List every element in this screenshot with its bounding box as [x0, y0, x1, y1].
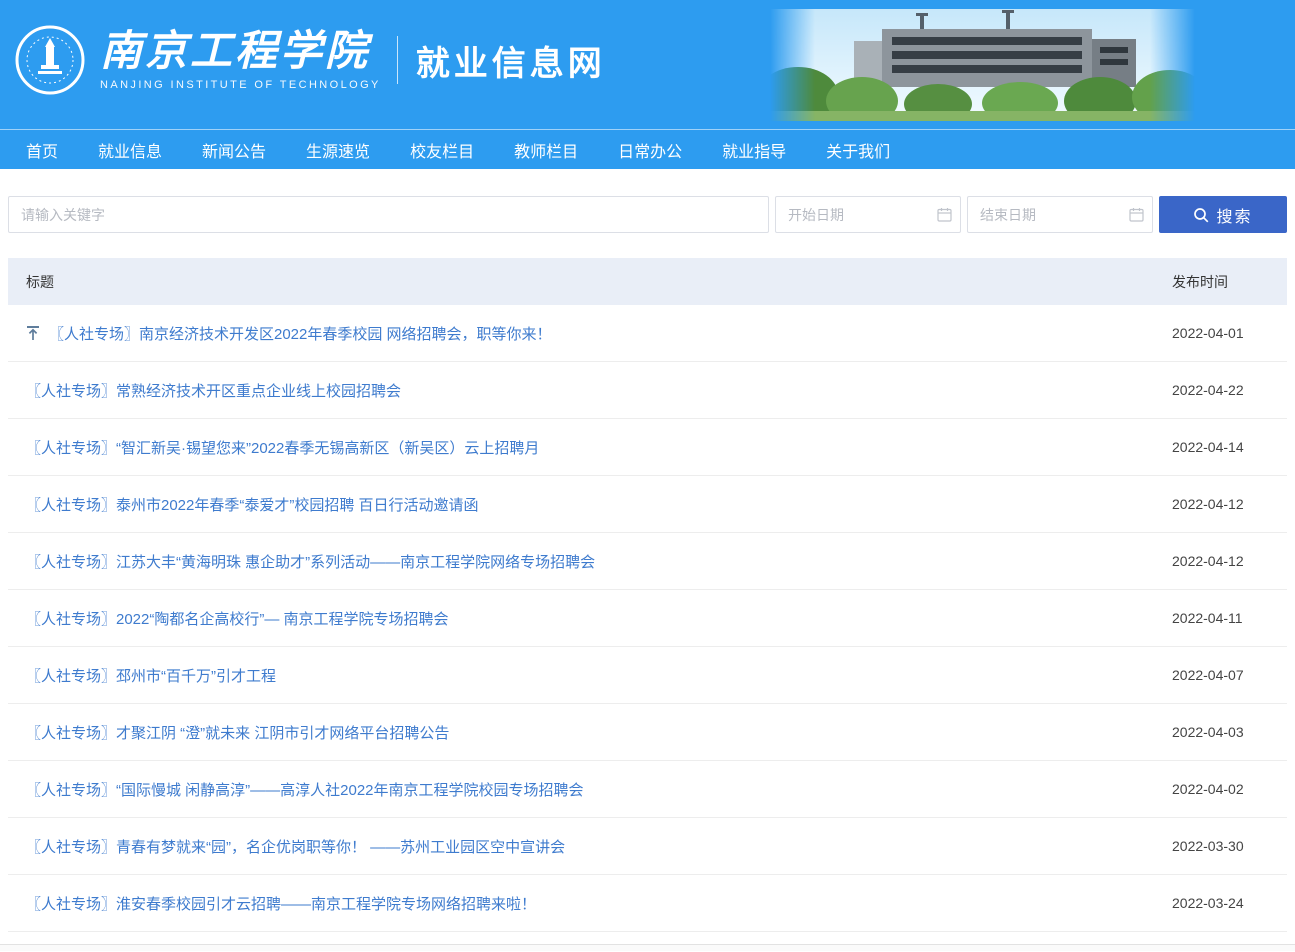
news-title-text: 〖人社专场〗江苏大丰“黄海明珠 惠企助才”系列活动——南京工程学院网络专场招聘会 [26, 551, 595, 572]
column-title: 标题 [8, 272, 1172, 292]
news-row[interactable]: 〖人社专场〗南京经济技术开发区2022年春季校园 网络招聘会，职等你来！ 202… [8, 305, 1287, 362]
brand-divider [397, 36, 398, 84]
news-row[interactable]: 〖人社专场〗江苏大丰“黄海明珠 惠企助才”系列活动——南京工程学院网络专场招聘会… [8, 533, 1287, 590]
school-name: 南京工程学院 [100, 26, 370, 75]
search-button[interactable]: 搜索 [1159, 196, 1287, 233]
nav-item[interactable]: 就业信息 [98, 138, 162, 162]
main-nav: 首页 就业信息 新闻公告 生源速览 校友栏目 教师栏目 日常办公 就业指导 关于… [0, 129, 1295, 169]
news-title-link[interactable]: 〖人社专场〗邳州市“百千万”引才工程 [8, 665, 1172, 686]
nav-item[interactable]: 就业指导 [722, 138, 786, 162]
news-publish-date: 2022-04-02 [1172, 781, 1287, 797]
news-title-link[interactable]: 〖人社专场〗常熟经济技术开区重点企业线上校园招聘会 [8, 380, 1172, 401]
site-header: 南京工程学院 NANJING INSTITUTE OF TECHNOLOGY 就… [0, 0, 1295, 129]
news-title-link[interactable]: 〖人社专场〗“国际慢城 闲静高淳”——高淳人社2022年南京工程学院校园专场招聘… [8, 779, 1172, 800]
news-title-text: 〖人社专场〗2022“陶都名企高校行”— 南京工程学院专场招聘会 [26, 608, 449, 629]
start-date-field [775, 196, 961, 233]
school-name-en: NANJING INSTITUTE OF TECHNOLOGY [100, 79, 381, 91]
news-row[interactable]: 〖人社专场〗青春有梦就来“园”，名企优岗职等你！ ——苏州工业园区空中宣讲会 2… [8, 818, 1287, 875]
calendar-icon[interactable] [1129, 207, 1144, 222]
search-button-label: 搜索 [1216, 203, 1252, 227]
end-date-field [967, 196, 1153, 233]
pin-top-icon [26, 325, 40, 341]
school-names: 南京工程学院 NANJING INSTITUTE OF TECHNOLOGY [100, 29, 381, 90]
nav-item[interactable]: 教师栏目 [514, 138, 578, 162]
news-publish-date: 2022-04-07 [1172, 667, 1287, 683]
news-row[interactable]: 〖人社专场〗“智汇新吴·锡望您来”2022春季无锡高新区（新吴区）云上招聘月 2… [8, 419, 1287, 476]
news-title-text: 〖人社专场〗常熟经济技术开区重点企业线上校园招聘会 [26, 380, 401, 401]
news-row[interactable]: 〖人社专场〗才聚江阴 “澄”就未来 江阴市引才网络平台招聘公告 2022-04-… [8, 704, 1287, 761]
news-table-header: 标题 发布时间 [8, 258, 1287, 305]
news-title-link[interactable]: 〖人社专场〗“智汇新吴·锡望您来”2022春季无锡高新区（新吴区）云上招聘月 [8, 437, 1172, 458]
news-title-text: 〖人社专场〗“国际慢城 闲静高淳”——高淳人社2022年南京工程学院校园专场招聘… [26, 779, 584, 800]
nav-item[interactable]: 新闻公告 [202, 138, 266, 162]
news-table: 标题 发布时间 〖人社专场〗南京经济技术开发区2022年春季校园 网络招聘会，职… [8, 258, 1287, 932]
column-publish-date: 发布时间 [1172, 272, 1287, 292]
nav-item[interactable]: 首页 [26, 138, 58, 162]
nav-item[interactable]: 日常办公 [618, 138, 682, 162]
news-title-link[interactable]: 〖人社专场〗南京经济技术开发区2022年春季校园 网络招聘会，职等你来！ [8, 323, 1172, 344]
news-title-link[interactable]: 〖人社专场〗江苏大丰“黄海明珠 惠企助才”系列活动——南京工程学院网络专场招聘会 [8, 551, 1172, 572]
news-title-link[interactable]: 〖人社专场〗才聚江阴 “澄”就未来 江阴市引才网络平台招聘公告 [8, 722, 1172, 743]
news-title-link[interactable]: 〖人社专场〗泰州市2022年春季“泰爱才”校园招聘 百日行活动邀请函 [8, 494, 1172, 515]
news-row[interactable]: 〖人社专场〗泰州市2022年春季“泰爱才”校园招聘 百日行活动邀请函 2022-… [8, 476, 1287, 533]
news-row[interactable]: 〖人社专场〗“国际慢城 闲静高淳”——高淳人社2022年南京工程学院校园专场招聘… [8, 761, 1287, 818]
news-title-link[interactable]: 〖人社专场〗淮安春季校园引才云招聘——南京工程学院专场网络招聘来啦！ [8, 893, 1172, 914]
news-title-text: 〖人社专场〗泰州市2022年春季“泰爱才”校园招聘 百日行活动邀请函 [26, 494, 479, 515]
nav-item[interactable]: 生源速览 [306, 138, 370, 162]
nav-item[interactable]: 关于我们 [826, 138, 890, 162]
news-title-text: 〖人社专场〗南京经济技术开发区2022年春季校园 网络招聘会，职等你来！ [49, 323, 552, 344]
news-publish-date: 2022-04-14 [1172, 439, 1287, 455]
end-date-input[interactable] [967, 196, 1153, 233]
news-list: 〖人社专场〗南京经济技术开发区2022年春季校园 网络招聘会，职等你来！ 202… [8, 305, 1287, 932]
site-title: 就业信息网 [416, 36, 606, 85]
news-publish-date: 2022-04-11 [1172, 610, 1287, 626]
news-publish-date: 2022-04-12 [1172, 496, 1287, 512]
news-title-text: 〖人社专场〗“智汇新吴·锡望您来”2022春季无锡高新区（新吴区）云上招聘月 [26, 437, 539, 458]
news-title-text: 〖人社专场〗才聚江阴 “澄”就未来 江阴市引才网络平台招聘公告 [26, 722, 449, 743]
news-title-text: 〖人社专场〗邳州市“百千万”引才工程 [26, 665, 276, 686]
news-title-link[interactable]: 〖人社专场〗青春有梦就来“园”，名企优岗职等你！ ——苏州工业园区空中宣讲会 [8, 836, 1172, 857]
search-bar: 搜索 [0, 169, 1295, 233]
nav-item[interactable]: 校友栏目 [410, 138, 474, 162]
campus-photo [770, 9, 1195, 121]
news-row[interactable]: 〖人社专场〗常熟经济技术开区重点企业线上校园招聘会 2022-04-22 [8, 362, 1287, 419]
news-title-text: 〖人社专场〗淮安春季校园引才云招聘——南京工程学院专场网络招聘来啦！ [26, 893, 536, 914]
page-bottom-divider [0, 944, 1295, 951]
school-seal-icon [14, 24, 86, 96]
news-publish-date: 2022-03-24 [1172, 895, 1287, 911]
news-row[interactable]: 〖人社专场〗淮安春季校园引才云招聘——南京工程学院专场网络招聘来啦！ 2022-… [8, 875, 1287, 932]
magnifier-icon [1193, 207, 1209, 223]
news-publish-date: 2022-03-30 [1172, 838, 1287, 854]
calendar-icon[interactable] [937, 207, 952, 222]
brand: 南京工程学院 NANJING INSTITUTE OF TECHNOLOGY 就… [14, 24, 606, 96]
news-publish-date: 2022-04-12 [1172, 553, 1287, 569]
news-row[interactable]: 〖人社专场〗邳州市“百千万”引才工程 2022-04-07 [8, 647, 1287, 704]
news-publish-date: 2022-04-01 [1172, 325, 1287, 341]
keyword-input[interactable] [8, 196, 769, 233]
news-row[interactable]: 〖人社专场〗2022“陶都名企高校行”— 南京工程学院专场招聘会 2022-04… [8, 590, 1287, 647]
news-title-text: 〖人社专场〗青春有梦就来“园”，名企优岗职等你！ ——苏州工业园区空中宣讲会 [26, 836, 565, 857]
news-publish-date: 2022-04-22 [1172, 382, 1287, 398]
start-date-input[interactable] [775, 196, 961, 233]
news-publish-date: 2022-04-03 [1172, 724, 1287, 740]
news-title-link[interactable]: 〖人社专场〗2022“陶都名企高校行”— 南京工程学院专场招聘会 [8, 608, 1172, 629]
